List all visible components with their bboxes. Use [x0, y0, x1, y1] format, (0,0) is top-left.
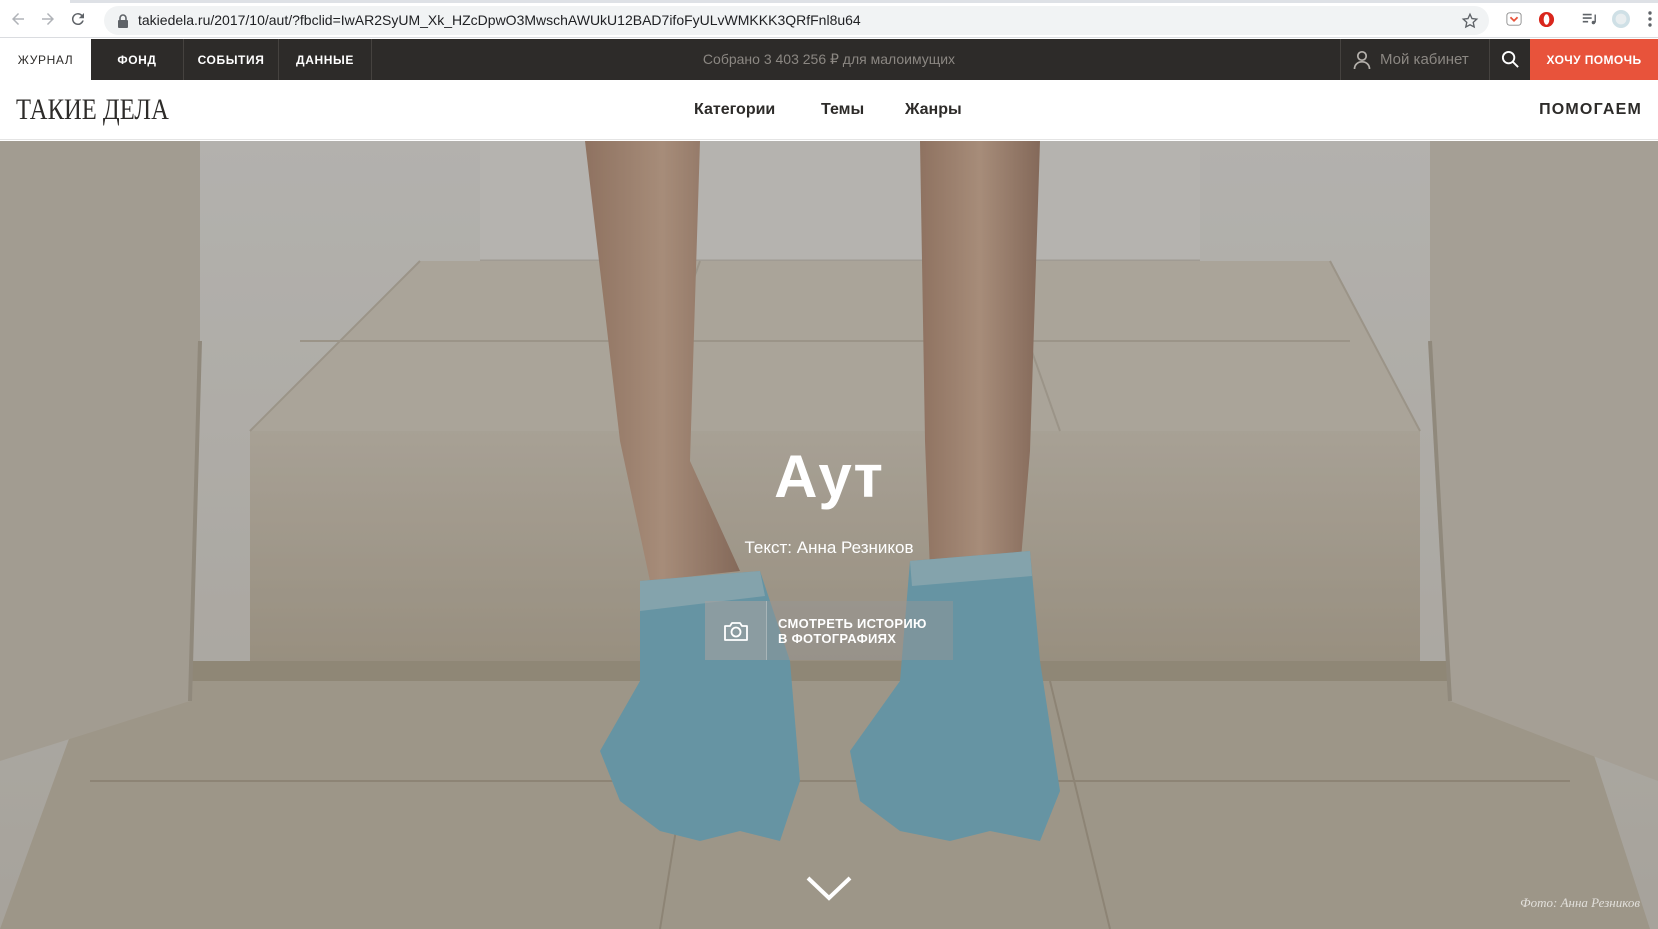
tab-journal[interactable]: ЖУРНАЛ [0, 39, 91, 80]
tab-fund[interactable]: ФОНД [91, 39, 184, 80]
menu-categories[interactable]: Категории [694, 101, 775, 119]
menu-genres[interactable]: Жанры [905, 101, 962, 119]
star-icon[interactable] [1461, 12, 1479, 30]
browser-toolbar: takiedela.ru/2017/10/aut/?fbclid=IwAR2Sy… [0, 0, 1658, 38]
top-navigation: ЖУРНАЛ ФОНД СОБЫТИЯ ДАННЫЕ Собрано 3 403… [0, 39, 1658, 80]
view-story-label: СМОТРЕТЬ ИСТОРИЮ В ФОТОГРАФИЯХ [767, 616, 927, 646]
lock-icon [118, 14, 128, 28]
hero-overlay [0, 141, 1658, 929]
hero-section: Аут Текст: Анна Резников СМОТРЕТЬ ИСТОРИ… [0, 141, 1658, 929]
my-cabinet-label: Мой кабинет [1380, 51, 1469, 68]
address-bar[interactable]: takiedela.ru/2017/10/aut/?fbclid=IwAR2Sy… [104, 6, 1489, 35]
view-story-label-line2: В ФОТОГРАФИЯХ [778, 630, 897, 646]
search-button[interactable] [1489, 39, 1530, 80]
photo-credit: Фото: Анна Резников [1520, 895, 1640, 910]
camera-icon [705, 601, 767, 660]
want-to-help-button[interactable]: ХОЧУ ПОМОЧЬ [1530, 39, 1658, 80]
user-icon [1353, 50, 1371, 69]
view-story-label-line1: СМОТРЕТЬ ИСТОРИЮ [778, 615, 927, 631]
more-menu-icon[interactable] [1645, 10, 1655, 28]
my-cabinet-link[interactable]: Мой кабинет [1340, 39, 1489, 80]
article-title: Аут [774, 443, 884, 510]
tab-events[interactable]: СОБЫТИЯ [184, 39, 279, 80]
tab-strip [70, 0, 1658, 3]
menu-topics[interactable]: Темы [821, 101, 864, 119]
site-header: ТАКИЕ ДЕЛА Категории Темы Жанры ПОМОГАЕМ [0, 80, 1658, 140]
url-text[interactable]: takiedela.ru/2017/10/aut/?fbclid=IwAR2Sy… [138, 12, 861, 28]
chevron-down-icon[interactable] [805, 874, 853, 902]
pocket-extension-icon[interactable] [1505, 10, 1523, 28]
profile-avatar-icon[interactable] [1612, 10, 1630, 28]
collected-amount-text[interactable]: Собрано 3 403 256 ₽ для малоимущих [372, 39, 1286, 80]
search-icon [1501, 50, 1519, 68]
reload-icon[interactable] [68, 9, 88, 29]
helping-link[interactable]: ПОМОГАЕМ [1539, 101, 1642, 119]
view-story-in-photos-button[interactable]: СМОТРЕТЬ ИСТОРИЮ В ФОТОГРАФИЯХ [705, 601, 953, 660]
opera-extension-icon[interactable] [1537, 10, 1555, 28]
site-logo[interactable]: ТАКИЕ ДЕЛА [16, 93, 169, 127]
forward-arrow-icon[interactable] [38, 9, 58, 29]
article-author: Текст: Анна Резников [744, 538, 914, 557]
tab-data[interactable]: ДАННЫЕ [279, 39, 372, 80]
back-arrow-icon[interactable] [8, 9, 28, 29]
media-playlist-icon[interactable] [1580, 10, 1598, 28]
